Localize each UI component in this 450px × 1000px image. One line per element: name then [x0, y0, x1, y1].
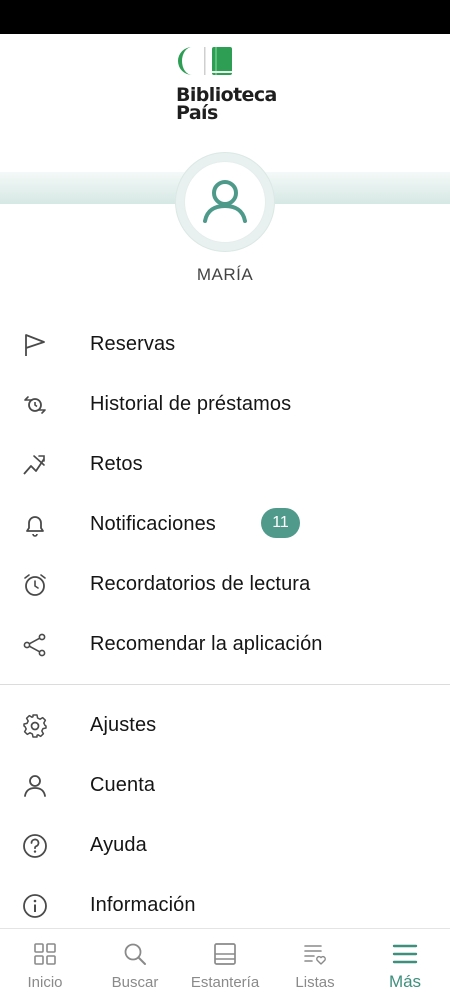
list-heart-icon: [304, 945, 326, 965]
bottom-navigation: Inicio Buscar Estantería Listas Más: [0, 928, 450, 1000]
menu-item-informacion[interactable]: Información: [0, 875, 450, 935]
menu-item-label: Ajustes: [90, 714, 157, 736]
nav-mas[interactable]: Más: [360, 929, 450, 1000]
menu-item-recordatorios[interactable]: Recordatorios de lectura: [0, 554, 450, 614]
side-menu: Reservas Historial de préstamos Retos No…: [0, 314, 450, 935]
challenge-icon: [22, 452, 48, 478]
notifications-count-badge: 11: [261, 508, 300, 538]
help-icon: [22, 833, 48, 859]
menu-icon: [392, 944, 418, 964]
menu-item-ajustes[interactable]: Ajustes: [0, 695, 450, 755]
menu-item-label: Recordatorios de lectura: [90, 573, 311, 595]
history-icon: [22, 392, 48, 418]
menu-item-ayuda[interactable]: Ayuda: [0, 815, 450, 875]
menu-item-reservas[interactable]: Reservas: [0, 314, 450, 374]
nav-buscar[interactable]: Buscar: [90, 929, 180, 1000]
nav-estanteria[interactable]: Estantería: [180, 929, 270, 1000]
menu-divider: [0, 684, 450, 685]
avatar-user-icon: [203, 180, 247, 223]
flag-icon: [22, 332, 48, 358]
info-icon: [22, 893, 48, 919]
menu-item-retos[interactable]: Retos: [0, 434, 450, 494]
nav-label: Estantería: [190, 974, 260, 991]
menu-item-label: Reservas: [90, 333, 176, 355]
profile-name: MARÍA: [196, 265, 254, 284]
nav-label: Buscar: [111, 974, 159, 991]
nav-inicio[interactable]: Inicio: [0, 929, 90, 1000]
menu-item-label: Notificaciones: [90, 513, 216, 535]
logo-mark-icon: [178, 47, 232, 75]
shelf-icon: [214, 943, 236, 965]
menu-item-label: Recomendar la aplicación: [90, 633, 323, 655]
menu-item-label: Ayuda: [90, 834, 147, 856]
menu-item-recomendar[interactable]: Recomendar la aplicación: [0, 614, 450, 674]
grid-icon: [34, 943, 56, 965]
menu-item-label: Retos: [90, 453, 143, 475]
user-icon: [22, 773, 48, 799]
menu-item-label: Historial de préstamos: [90, 393, 292, 415]
nav-label: Más: [388, 972, 422, 991]
menu-item-label: Información: [90, 894, 196, 916]
profile-header: Biblioteca País MARÍA: [0, 34, 450, 304]
gear-icon: [22, 713, 48, 739]
search-icon: [124, 943, 146, 965]
menu-item-notificaciones[interactable]: Notificaciones: [0, 494, 450, 554]
share-icon: [22, 632, 48, 658]
nav-label: Listas: [295, 974, 335, 991]
nav-label: Inicio: [27, 974, 63, 991]
menu-item-historial[interactable]: Historial de préstamos: [0, 374, 450, 434]
brand-line2: País: [176, 102, 218, 124]
menu-item-cuenta[interactable]: Cuenta: [0, 755, 450, 815]
app-logo: Biblioteca País: [176, 46, 286, 126]
status-bar: [0, 0, 450, 34]
menu-item-label: Cuenta: [90, 774, 156, 796]
bell-icon: [22, 512, 48, 538]
nav-listas[interactable]: Listas: [270, 929, 360, 1000]
avatar[interactable]: [185, 162, 265, 242]
brand-name: Biblioteca País: [176, 86, 277, 124]
alarm-clock-icon: [22, 572, 48, 598]
